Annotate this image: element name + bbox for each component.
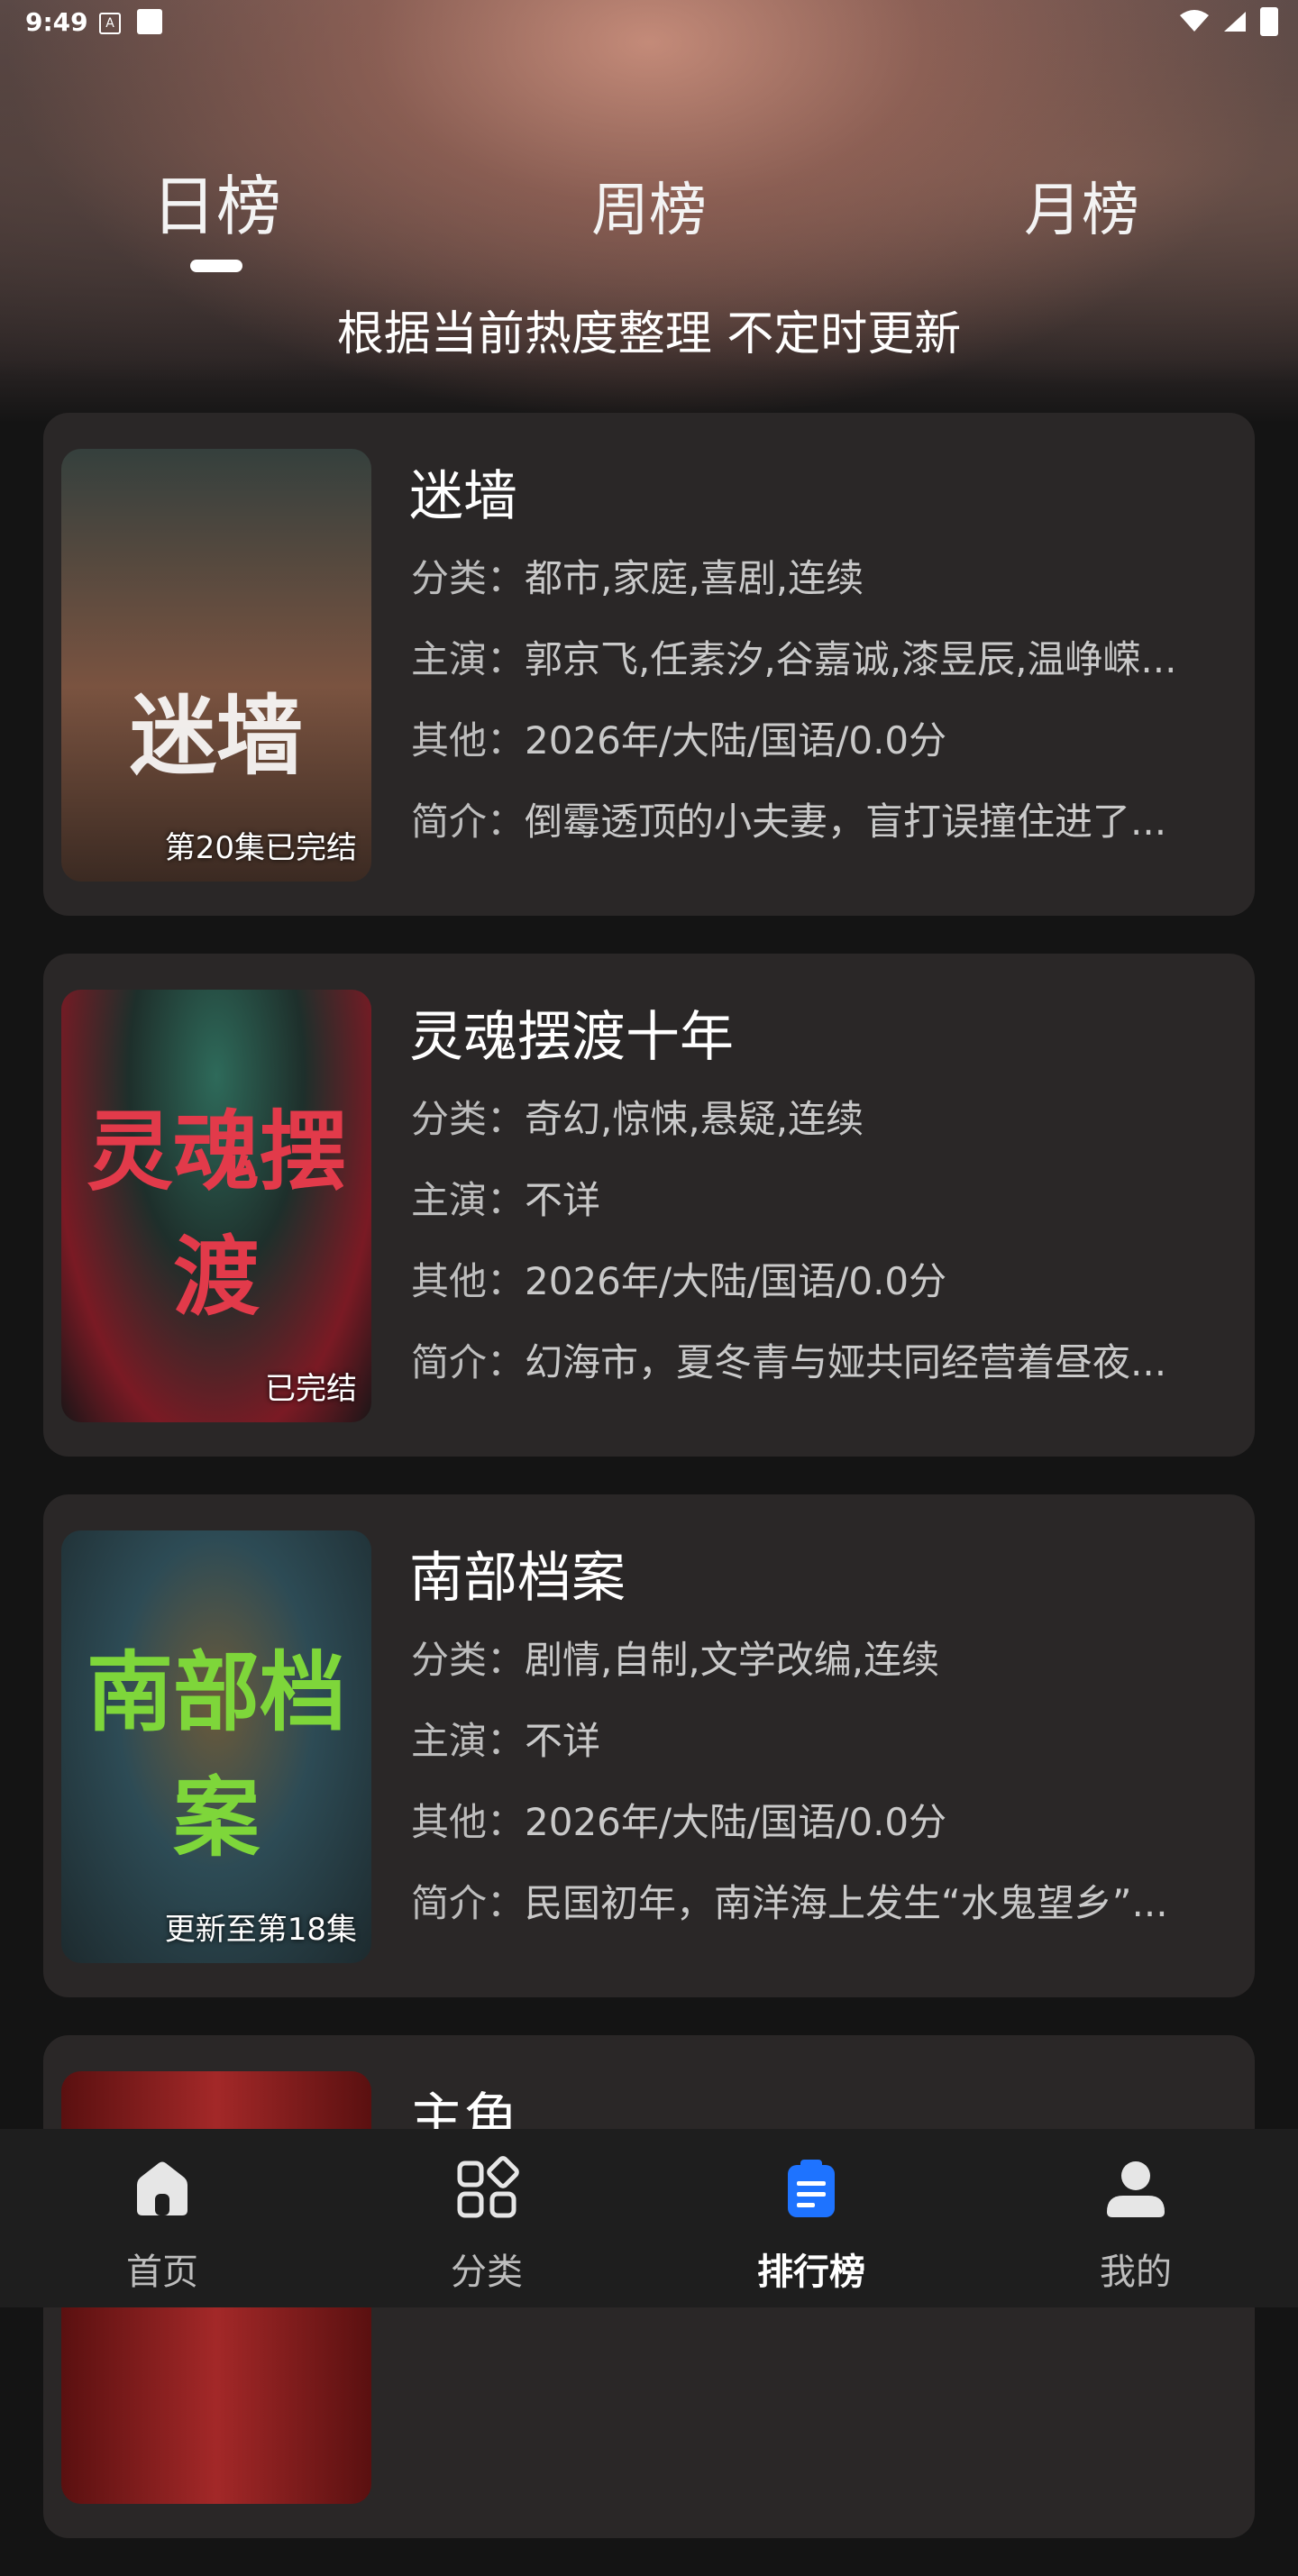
info-other: 其他：2026年/大陆/国语/0.0分 xyxy=(411,1259,947,1303)
poster-episode-label: 第20集已完结 xyxy=(164,830,357,866)
status-bar: 9:49 A xyxy=(0,0,1298,47)
category-icon xyxy=(457,2156,519,2218)
show-title: 灵魂摆渡十年 xyxy=(409,1006,734,1069)
poster-image[interactable]: 南部档案 更新至第18集 xyxy=(61,1530,371,1963)
poster-art: 灵魂摆渡 xyxy=(87,1101,346,1328)
profile-icon xyxy=(1107,2161,1165,2217)
list-item[interactable]: 南部档案 更新至第18集 南部档案 分类：剧情,自制,文学改编,连续 主演：不详… xyxy=(43,1494,1255,1997)
tab-indicator xyxy=(190,260,242,272)
info-cast: 主演：郭京飞,任素汐,谷嘉诚,漆昱辰,温峥嵘... xyxy=(411,637,1177,681)
notification-icon xyxy=(137,9,162,34)
nav-profile-label: 我的 xyxy=(1100,2252,1172,2293)
nav-category[interactable]: 分类 xyxy=(397,2156,577,2295)
ranking-tabs: 日榜 周榜 月榜 xyxy=(0,153,1298,279)
info-category: 分类：剧情,自制,文学改编,连续 xyxy=(411,1638,940,1682)
poster-art: 迷墙 xyxy=(130,685,303,787)
tab-monthly[interactable]: 月榜 xyxy=(946,164,1217,247)
info-other: 其他：2026年/大陆/国语/0.0分 xyxy=(411,718,947,763)
info-category: 分类：奇幻,惊悚,悬疑,连续 xyxy=(411,1097,864,1141)
home-icon xyxy=(137,2161,187,2215)
nav-home-label: 首页 xyxy=(126,2252,198,2293)
poster-image[interactable]: 迷墙 第20集已完结 xyxy=(61,449,371,882)
ranking-icon xyxy=(788,2160,835,2217)
poster-episode-label: 更新至第18集 xyxy=(164,1912,357,1948)
bottom-navigation: 首页 分类 排行榜 我的 xyxy=(0,2129,1298,2307)
info-intro: 简介：民国初年，南洋海上发生“水鬼望乡”... xyxy=(411,1881,1168,1925)
nav-ranking[interactable]: 排行榜 xyxy=(721,2156,901,2295)
signal-icon xyxy=(1224,12,1246,32)
tab-daily[interactable]: 日榜 xyxy=(81,153,352,248)
nav-home[interactable]: 首页 xyxy=(72,2156,252,2295)
nav-ranking-label: 排行榜 xyxy=(757,2252,865,2293)
info-cast: 主演：不详 xyxy=(411,1178,601,1222)
show-title: 迷墙 xyxy=(409,465,517,528)
list-item[interactable]: 迷墙 第20集已完结 迷墙 分类：都市,家庭,喜剧,连续 主演：郭京飞,任素汐,… xyxy=(43,413,1255,916)
poster-art: 南部档案 xyxy=(87,1641,346,1868)
nav-profile[interactable]: 我的 xyxy=(1046,2156,1226,2295)
battery-icon xyxy=(1260,7,1278,36)
show-title: 南部档案 xyxy=(409,1547,626,1610)
status-time: 9:49 xyxy=(25,7,88,37)
info-category: 分类：都市,家庭,喜剧,连续 xyxy=(411,556,864,600)
tab-weekly[interactable]: 周榜 xyxy=(514,164,784,247)
nav-category-label: 分类 xyxy=(451,2252,523,2293)
poster-episode-label: 已完结 xyxy=(265,1371,357,1407)
list-item[interactable]: 灵魂摆渡 已完结 灵魂摆渡十年 分类：奇幻,惊悚,悬疑,连续 主演：不详 其他：… xyxy=(43,954,1255,1457)
poster-image[interactable]: 灵魂摆渡 已完结 xyxy=(61,990,371,1422)
wifi-icon xyxy=(1180,10,1209,32)
info-intro: 简介：幻海市，夏冬青与娅共同经营着昼夜... xyxy=(411,1340,1167,1384)
info-cast: 主演：不详 xyxy=(411,1719,601,1763)
info-other: 其他：2026年/大陆/国语/0.0分 xyxy=(411,1800,947,1844)
ranking-subtitle: 根据当前热度整理 不定时更新 xyxy=(336,307,962,361)
keyboard-a-icon: A xyxy=(99,13,121,34)
info-intro: 简介：倒霉透顶的小夫妻，盲打误撞住进了... xyxy=(411,799,1167,844)
